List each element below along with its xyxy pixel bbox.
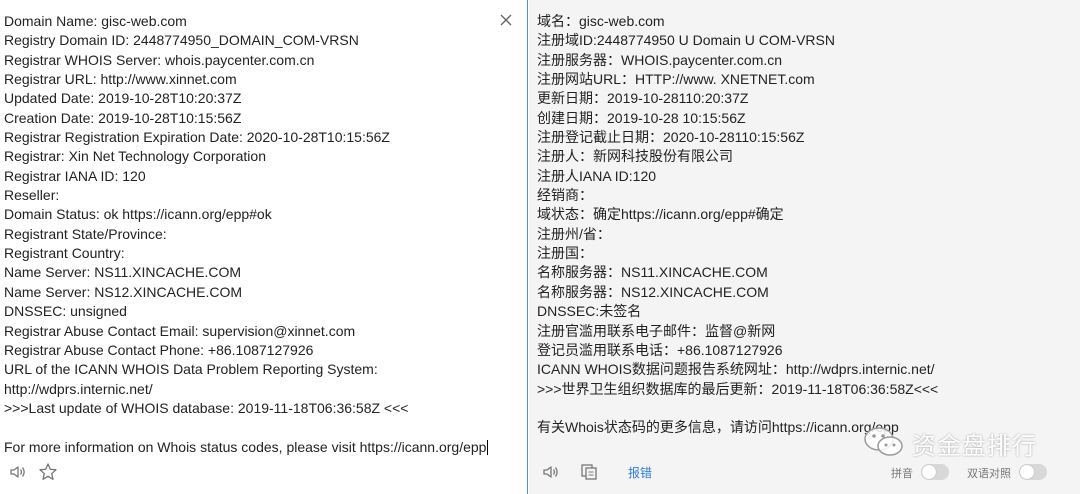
source-line: Creation Date: 2019-10-28T10:15:56Z: [4, 109, 242, 126]
star-icon: [39, 463, 57, 480]
source-line: Registrant Country:: [4, 245, 125, 262]
translation-line: DNSSEC:未签名: [537, 303, 642, 320]
source-line: Domain Status: ok https://icann.org/epp#…: [4, 206, 272, 223]
translation-line: 注册登记截止日期：2020-10-28110:15:56Z: [537, 129, 805, 146]
translation-line: 创建日期：2019-10-28 10:15:56Z: [537, 109, 746, 126]
translation-pane: 域名：gisc-web.com 注册域ID:2448774950 U Domai…: [529, 0, 1080, 494]
translation-line: 注册州/省：: [537, 225, 611, 242]
source-line: Domain Name: gisc-web.com: [4, 13, 187, 29]
source-line: Registrar: Xin Net Technology Corporatio…: [4, 148, 266, 165]
translation-line: 名称服务器：NS11.XINCACHE.COM: [537, 264, 768, 281]
translation-line: 注册官滥用联系电子邮件：监督@新网: [537, 322, 776, 339]
wechat-logo-icon: [864, 427, 903, 456]
source-line: Reseller:: [4, 187, 60, 204]
source-line: Name Server: NS12.XINCACHE.COM: [4, 283, 243, 300]
favorite-button[interactable]: [38, 462, 58, 482]
report-error-link[interactable]: 报错: [628, 464, 652, 481]
source-line: Registrar Abuse Contact Email: supervisi…: [4, 322, 356, 339]
translation-line: 经销商：: [537, 187, 593, 204]
source-text-area[interactable]: Domain Name: gisc-web.com Registry Domai…: [4, 12, 509, 457]
source-line-text: For more information on Whois status cod…: [4, 438, 487, 455]
translation-line: 注册域ID:2448774950 U Domain U COM-VRSN: [537, 32, 835, 49]
translation-line: ICANN WHOIS数据问题报告系统网址：http://wdprs.inter…: [537, 361, 935, 378]
pinyin-label: 拼音: [891, 468, 913, 480]
source-line: Registrar IANA ID: 120: [4, 167, 146, 184]
clear-text-button[interactable]: [497, 12, 515, 30]
translation-line-blank: [537, 399, 1072, 418]
speaker-button[interactable]: [8, 462, 28, 482]
source-text-pane[interactable]: Domain Name: gisc-web.com Registry Domai…: [0, 0, 528, 494]
translation-line: 注册网站URL：HTTP://www. XNETNET.com: [537, 71, 815, 88]
source-line: Registry Domain ID: 2448774950_DOMAIN_CO…: [4, 32, 359, 49]
source-line: Registrant State/Province:: [4, 225, 167, 242]
translation-toolbar: 报错 拼音 双语对照: [541, 462, 1071, 484]
translation-line: 注册人IANA ID:120: [537, 167, 657, 184]
translation-line: 注册人：新网科技股份有限公司: [537, 148, 733, 165]
toggle-knob: [922, 465, 936, 479]
source-line: http://wdprs.internic.net/: [4, 380, 153, 397]
source-line: Registrar Registration Expiration Date: …: [4, 129, 390, 146]
speaker-icon: [543, 466, 558, 478]
copy-button[interactable]: [579, 462, 599, 482]
speaker-icon: [10, 466, 25, 478]
source-line: URL of the ICANN WHOIS Data Problem Repo…: [4, 361, 378, 378]
source-line: Registrar Abuse Contact Phone: +86.10871…: [4, 341, 314, 358]
bilingual-toggle[interactable]: [1019, 464, 1047, 480]
source-line: Registrar WHOIS Server: whois.paycenter.…: [4, 51, 315, 68]
source-line-blank: [4, 418, 509, 437]
pinyin-toggle[interactable]: [921, 464, 949, 480]
translation-speaker-button[interactable]: [541, 462, 561, 482]
close-icon: [500, 14, 512, 26]
copy-icon: [581, 464, 597, 480]
toggle-knob: [1020, 465, 1034, 479]
text-cursor: [487, 440, 489, 456]
translation-line: 注册服务器：WHOIS.paycenter.com.cn: [537, 51, 783, 68]
source-line: DNSSEC: unsigned: [4, 303, 127, 320]
source-line-last: For more information on Whois status cod…: [4, 438, 509, 457]
watermark-text: 资金盘排行: [912, 432, 1037, 460]
translation-line: 域状态：确定https://icann.org/epp#确定: [537, 206, 784, 223]
wechat-watermark: 资金盘排行: [862, 424, 1062, 460]
source-line: Registrar URL: http://www.xinnet.com: [4, 71, 237, 88]
translation-line: 更新日期：2019-10-28110:20:37Z: [537, 90, 749, 107]
source-line: Name Server: NS11.XINCACHE.COM: [4, 264, 242, 281]
translation-text-area: 域名：gisc-web.com 注册域ID:2448774950 U Domai…: [537, 12, 1072, 438]
bilingual-label: 双语对照: [967, 468, 1011, 480]
source-line: Updated Date: 2019-10-28T10:20:37Z: [4, 90, 242, 107]
source-line: >>>Last update of WHOIS database: 2019-1…: [4, 399, 409, 416]
translation-line: 注册国：: [537, 245, 593, 262]
translation-line: 登记员滥用联系电话：+86.1087127926: [537, 341, 783, 358]
translation-line: 名称服务器：NS12.XINCACHE.COM: [537, 283, 769, 300]
translation-line: 域名：gisc-web.com: [537, 13, 665, 29]
translation-line: >>>世界卫生组织数据库的最后更新：2019-11-18T06:36:58Z<<…: [537, 380, 939, 397]
